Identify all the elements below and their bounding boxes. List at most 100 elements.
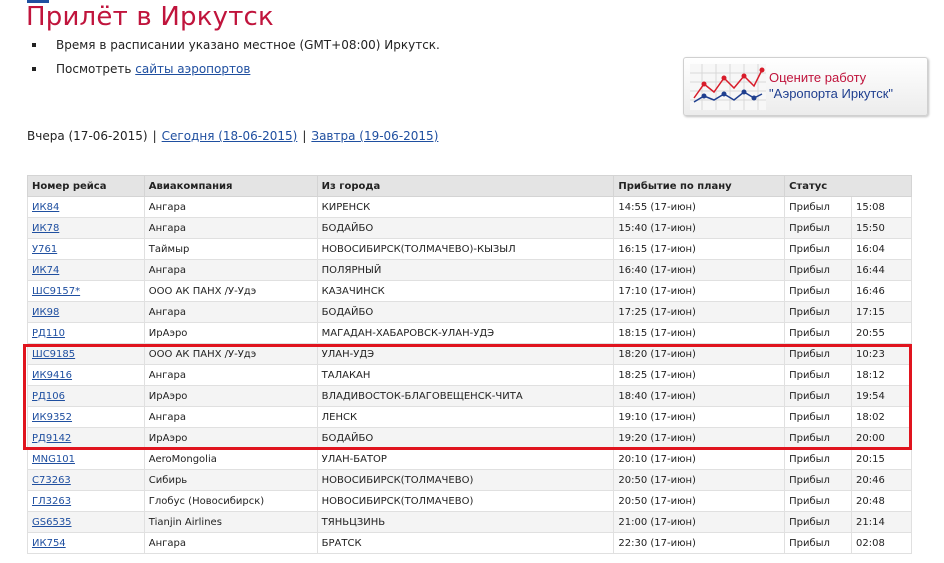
- flight-number-link[interactable]: ИК74: [32, 265, 59, 276]
- day-today-link[interactable]: Сегодня (18-06-2015): [162, 129, 298, 143]
- flight-number-link[interactable]: ИК84: [32, 202, 59, 213]
- planned-arrival-cell: 16:40 (17-июн): [613, 259, 786, 281]
- actual-time-cell: 15:08: [851, 196, 912, 218]
- day-yesterday-current: Вчера (17-06-2015): [27, 129, 148, 143]
- from-city-cell: ПОЛЯРНЫЙ: [316, 259, 615, 281]
- table-row: ИК84 Ангара КИРЕНСК 14:55 (17-июн) Прибыл 15:…: [27, 196, 912, 218]
- airline-cell: Сибирь: [143, 469, 318, 491]
- flight-number-link[interactable]: MNG101: [32, 454, 75, 465]
- actual-time-cell: 15:50: [851, 217, 912, 239]
- flight-number-link[interactable]: ИК78: [32, 223, 59, 234]
- flight-number-link[interactable]: ГЛ3263: [32, 496, 71, 507]
- notes-list: Время в расписании указано местное (GMT+…: [30, 36, 440, 84]
- from-city-cell: КИРЕНСК: [316, 196, 615, 218]
- status-cell: Прибыл: [784, 448, 853, 470]
- from-city-cell: БОДАЙБО: [316, 217, 615, 239]
- flight-number-link[interactable]: ШС9157*: [32, 286, 80, 297]
- planned-arrival-cell: 18:40 (17-июн): [613, 385, 786, 407]
- status-cell: Прибыл: [784, 259, 853, 281]
- flight-number-link[interactable]: ИК98: [32, 307, 59, 318]
- flight-number-cell: ИК84: [27, 196, 145, 218]
- from-city-cell: ВЛАДИВОСТОК-БЛАГОВЕЩЕНСК-ЧИТА: [316, 385, 615, 407]
- day-separator: |: [152, 129, 157, 143]
- flight-number-cell: С73263: [27, 469, 145, 491]
- actual-time-cell: 20:55: [851, 322, 912, 344]
- airline-cell: Глобус (Новосибирск): [143, 490, 318, 512]
- airline-cell: Ангара: [143, 196, 318, 218]
- from-city-cell: МАГАДАН-ХАБАРОВСК-УЛАН-УДЭ: [316, 322, 615, 344]
- airline-cell: ООО АК ПАНХ /У-Удэ: [143, 280, 318, 302]
- flight-number-link[interactable]: РД110: [32, 328, 65, 339]
- planned-arrival-cell: 18:25 (17-июн): [613, 364, 786, 386]
- airline-cell: Ангара: [143, 532, 318, 554]
- timezone-note: Время в расписании указано местное (GMT+…: [30, 36, 440, 60]
- day-navigation: Вчера (17-06-2015) | Сегодня (18-06-2015) |…: [27, 129, 438, 143]
- flight-number-cell: ИК98: [27, 301, 145, 323]
- status-cell: Прибыл: [784, 196, 853, 218]
- flight-number-cell: ИК9352: [27, 406, 145, 428]
- arrivals-table: Номер рейса Авиакомпания Из города Прибы…: [27, 175, 912, 554]
- planned-arrival-cell: 16:15 (17-июн): [613, 238, 786, 260]
- status-cell: Прибыл: [784, 364, 853, 386]
- table-header-row: Номер рейса Авиакомпания Из города Прибы…: [27, 175, 912, 197]
- planned-arrival-cell: 20:50 (17-июн): [613, 490, 786, 512]
- planned-arrival-cell: 17:25 (17-июн): [613, 301, 786, 323]
- status-cell: Прибыл: [784, 469, 853, 491]
- actual-time-cell: 20:15: [851, 448, 912, 470]
- actual-time-cell: 16:44: [851, 259, 912, 281]
- table-row: ИК754 Ангара БРАТСК 22:30 (17-июн) Прибыл 02:…: [27, 532, 912, 554]
- status-cell: Прибыл: [784, 343, 853, 365]
- airline-cell: AeroMongolia: [143, 448, 318, 470]
- from-city-cell: БРАТСК: [316, 532, 615, 554]
- actual-time-cell: 18:12: [851, 364, 912, 386]
- header-status: Статус: [784, 175, 912, 197]
- planned-arrival-cell: 15:40 (17-июн): [613, 217, 786, 239]
- flight-number-link[interactable]: РД9142: [32, 433, 71, 444]
- flight-number-cell: РД9142: [27, 427, 145, 449]
- flight-number-cell: РД106: [27, 385, 145, 407]
- flight-number-link[interactable]: С73263: [32, 475, 71, 486]
- flight-number-cell: ШС9185: [27, 343, 145, 365]
- table-body: ИК84 Ангара КИРЕНСК 14:55 (17-июн) Прибыл 15:…: [27, 196, 912, 554]
- flight-number-link[interactable]: ИК9416: [32, 370, 72, 381]
- from-city-cell: НОВОСИБИРСК(ТОЛМАЧЕВО): [316, 490, 615, 512]
- airline-cell: ИрАэро: [143, 322, 318, 344]
- day-separator: |: [302, 129, 307, 143]
- from-city-cell: ТАЛАКАН: [316, 364, 615, 386]
- flight-number-cell: ИК74: [27, 259, 145, 281]
- table-row: ИК98 Ангара БОДАЙБО 17:25 (17-июн) Прибыл 17:…: [27, 301, 912, 323]
- status-cell: Прибыл: [784, 427, 853, 449]
- table-row: ИК74 Ангара ПОЛЯРНЫЙ 16:40 (17-июн) Прибыл 16…: [27, 259, 912, 281]
- from-city-cell: УЛАН-УДЭ: [316, 343, 615, 365]
- banner-subtitle: "Аэропорта Иркутск": [769, 86, 894, 101]
- rate-airport-banner[interactable]: Оцените работу "Аэропорта Иркутск": [683, 57, 928, 116]
- table-row: У761 Таймыр НОВОСИБИРСК(ТОЛМАЧЕВО)-КЫЗЫЛ 16…: [27, 238, 912, 260]
- status-cell: Прибыл: [784, 532, 853, 554]
- header-flight-number: Номер рейса: [27, 175, 145, 197]
- flight-number-link[interactable]: ШС9185: [32, 349, 75, 360]
- day-tomorrow-link[interactable]: Завтра (19-06-2015): [311, 129, 438, 143]
- from-city-cell: УЛАН-БАТОР: [316, 448, 615, 470]
- actual-time-cell: 20:48: [851, 490, 912, 512]
- airports-sites-link[interactable]: сайты аэропортов: [135, 62, 250, 76]
- flight-number-cell: ИК78: [27, 217, 145, 239]
- from-city-cell: БОДАЙБО: [316, 427, 615, 449]
- status-cell: Прибыл: [784, 385, 853, 407]
- table-row: ГЛ3263 Глобус (Новосибирск) НОВОСИБИРСК(ТО…: [27, 490, 912, 512]
- flight-number-link[interactable]: РД106: [32, 391, 65, 402]
- flight-number-link[interactable]: GS6535: [32, 517, 72, 528]
- flight-number-link[interactable]: ИК9352: [32, 412, 72, 423]
- planned-arrival-cell: 22:30 (17-июн): [613, 532, 786, 554]
- header-from-city: Из города: [316, 175, 615, 197]
- flight-number-link[interactable]: ИК754: [32, 538, 66, 549]
- table-row: РД9142 ИрАэро БОДАЙБО 19:20 (17-июн) Прибыл 2…: [27, 427, 912, 449]
- flight-number-link[interactable]: У761: [32, 244, 57, 255]
- airline-cell: ООО АК ПАНХ /У-Удэ: [143, 343, 318, 365]
- status-cell: Прибыл: [784, 301, 853, 323]
- table-row: ИК78 Ангара БОДАЙБО 15:40 (17-июн) Прибыл 15:…: [27, 217, 912, 239]
- planned-arrival-cell: 19:20 (17-июн): [613, 427, 786, 449]
- status-cell: Прибыл: [784, 490, 853, 512]
- flight-number-cell: У761: [27, 238, 145, 260]
- banner-title: Оцените работу: [769, 70, 867, 85]
- airline-cell: Ангара: [143, 301, 318, 323]
